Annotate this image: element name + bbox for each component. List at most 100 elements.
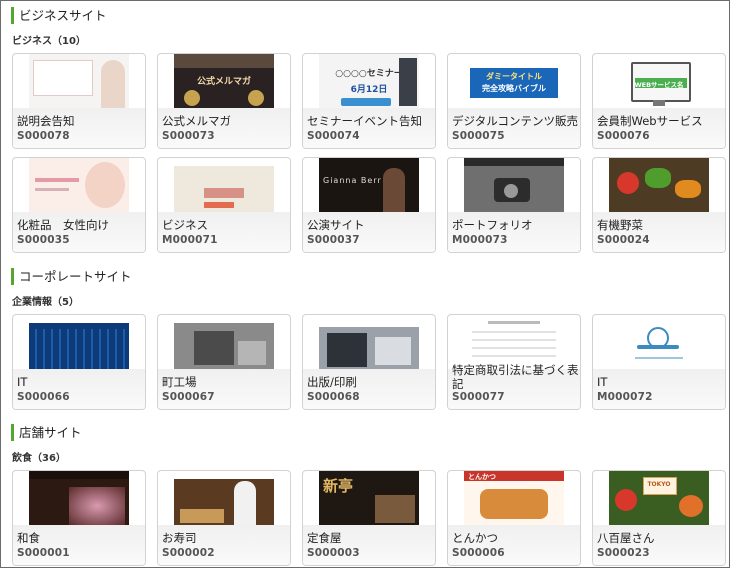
template-name: IT: [17, 375, 28, 389]
template-card[interactable]: 説明会告知 S000078: [12, 53, 146, 149]
template-card[interactable]: WEBサービス名 会員制Webサービス S000076: [592, 53, 726, 149]
template-name: 特定商取引法に基づく表記: [452, 363, 579, 391]
man-figure: [399, 58, 417, 106]
template-name: 八百屋さん: [597, 531, 655, 545]
template-card[interactable]: ポートフォリオ M000073: [447, 157, 581, 253]
template-name: 有機野菜: [597, 218, 643, 232]
vegetable-icon: [679, 495, 703, 517]
thumb-title: 新亭: [323, 477, 354, 495]
template-code: S000077: [452, 391, 505, 403]
template-card[interactable]: お寿司 S000002: [157, 470, 291, 566]
template-thumbnail: TOKYO: [609, 471, 709, 525]
thumb-title: とんかつ: [468, 473, 496, 481]
template-name: 公式メルマガ: [162, 114, 231, 128]
template-thumbnail: [29, 471, 129, 525]
template-thumbnail: ダミータイトル 完全攻略バイブル: [464, 54, 564, 108]
template-code: S000001: [17, 547, 70, 559]
template-card[interactable]: 化粧品 女性向け S000035: [12, 157, 146, 253]
template-thumbnail: 公式メルマガ: [174, 54, 274, 108]
medal-icon: [184, 90, 200, 106]
vegetable-icon: [645, 168, 671, 188]
template-thumbnail: ○○○○セミナー 6月12日: [319, 54, 419, 108]
template-thumbnail: [29, 158, 129, 212]
template-thumbnail: [464, 315, 564, 369]
template-name: 出版/印刷: [307, 375, 357, 389]
template-thumbnail: Gianna Berr: [319, 158, 419, 212]
chef-figure: [234, 481, 256, 525]
template-card[interactable]: ○○○○セミナー 6月12日 セミナーイベント告知 S000074: [302, 53, 436, 149]
tomato-icon: [617, 172, 639, 194]
template-code: S000075: [452, 130, 505, 142]
template-code: S000078: [17, 130, 70, 142]
tonkatsu-figure: [480, 489, 548, 519]
thumb-button: [341, 98, 391, 106]
template-card[interactable]: ダミータイトル 完全攻略バイブル デジタルコンテンツ販売 S000075: [447, 53, 581, 149]
thumb-title: Gianna Berr: [323, 176, 382, 185]
template-thumbnail: [174, 158, 274, 212]
template-thumbnail: [174, 471, 274, 525]
template-code: S000067: [162, 391, 215, 403]
template-card[interactable]: IT M000072: [592, 314, 726, 410]
template-code: S000035: [17, 234, 70, 246]
template-thumbnail: とんかつ: [464, 471, 564, 525]
template-card[interactable]: IT S000066: [12, 314, 146, 410]
template-name: 定食屋: [307, 531, 342, 545]
press-figure: [327, 333, 367, 367]
template-name: IT: [597, 375, 608, 389]
template-card[interactable]: ビジネス M000071: [157, 157, 291, 253]
template-name: 公演サイト: [307, 218, 365, 232]
template-name: ポートフォリオ: [452, 218, 533, 232]
template-code: M000071: [162, 234, 218, 246]
template-thumbnail: [29, 315, 129, 369]
hands-icon: [637, 345, 679, 349]
template-name: とんかつ: [452, 531, 498, 545]
template-code: S000073: [162, 130, 215, 142]
template-card[interactable]: Gianna Berr 公演サイト S000037: [302, 157, 436, 253]
template-thumbnail: [319, 315, 419, 369]
template-thumbnail: [464, 158, 564, 212]
thumb-subtitle: 完全攻略バイブル: [482, 84, 546, 93]
template-card[interactable]: 町工場 S000067: [157, 314, 291, 410]
section-title-business: ビジネスサイト: [11, 7, 107, 24]
medal-icon: [248, 90, 264, 106]
thumb-panel: [33, 60, 93, 96]
template-code: S000023: [597, 547, 650, 559]
thumb-title: WEBサービス名: [634, 81, 684, 89]
template-code: S000003: [307, 547, 360, 559]
thumb-title: 公式メルマガ: [196, 77, 251, 87]
thumb-button: [204, 202, 234, 208]
template-code: M000073: [452, 234, 508, 246]
template-code: S000066: [17, 391, 70, 403]
machine-figure: [194, 331, 234, 365]
template-card[interactable]: 公式メルマガ 公式メルマガ S000073: [157, 53, 291, 149]
template-card[interactable]: TOKYO 八百屋さん S000023: [592, 470, 726, 566]
template-gallery: ビジネスサイト ビジネス（10） 説明会告知 S000078 公式メルマガ 公式…: [0, 0, 730, 568]
template-card[interactable]: とんかつ とんかつ S000006: [447, 470, 581, 566]
template-code: S000074: [307, 130, 360, 142]
violinist-figure: [383, 168, 405, 212]
subcategory-business: ビジネス（10）: [12, 36, 86, 47]
template-code: S000002: [162, 547, 215, 559]
template-code: S000068: [307, 391, 360, 403]
template-card[interactable]: 特定商取引法に基づく表記 S000077: [447, 314, 581, 410]
template-name: 化粧品 女性向け: [17, 218, 109, 232]
template-code: S000024: [597, 234, 650, 246]
subcategory-shop: 飲食（36）: [12, 453, 66, 464]
template-name: 和食: [17, 531, 40, 545]
thumb-title: ダミータイトル: [486, 72, 542, 81]
template-thumbnail: WEBサービス名: [609, 54, 709, 108]
template-name: 町工場: [162, 375, 197, 389]
section-title-shop: 店舗サイト: [11, 424, 82, 441]
template-card[interactable]: 出版/印刷 S000068: [302, 314, 436, 410]
template-code: S000076: [597, 130, 650, 142]
subcategory-corporate: 企業情報（5）: [12, 297, 79, 308]
template-name: 説明会告知: [17, 114, 75, 128]
section-title-corporate: コーポレートサイト: [11, 268, 132, 285]
template-name: ビジネス: [162, 218, 208, 232]
template-name: 会員制Webサービス: [597, 114, 703, 128]
tomato-icon: [615, 489, 637, 511]
template-card[interactable]: 新亭 定食屋 S000003: [302, 470, 436, 566]
template-card[interactable]: 和食 S000001: [12, 470, 146, 566]
template-card[interactable]: 有機野菜 S000024: [592, 157, 726, 253]
template-name: お寿司: [162, 531, 197, 545]
